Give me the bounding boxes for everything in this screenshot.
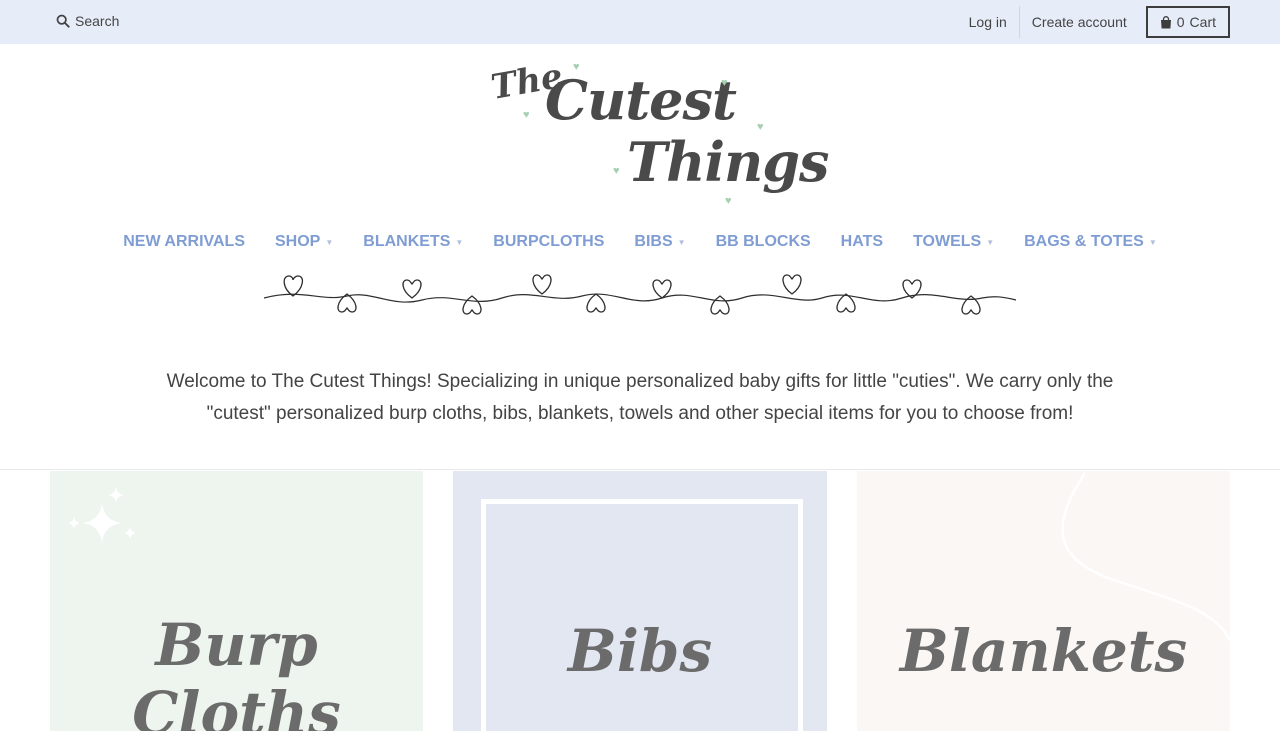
heart-icon: ♥ — [573, 61, 580, 73]
nav-item-bb-blocks[interactable]: BB BLOCKS — [716, 230, 811, 254]
nav-item-shop[interactable]: SHOP ▼ — [275, 230, 333, 254]
shopping-bag-icon — [1160, 15, 1171, 28]
collection-title: Burp Cloths — [132, 611, 341, 731]
section-divider — [0, 469, 1280, 470]
nav-item-blankets[interactable]: BLANKETS ▼ — [363, 230, 463, 254]
search-icon — [56, 14, 70, 28]
cart-label: Cart — [1189, 14, 1216, 30]
welcome-line: Welcome to The Cutest Things! Specializi… — [166, 371, 1114, 392]
welcome-message: Welcome to The Cutest Things! Specializi… — [150, 366, 1130, 430]
heart-icon: ♥ — [613, 165, 620, 177]
logo-text-cutest: Cutest — [545, 68, 737, 132]
sparkle-icon — [68, 487, 136, 543]
nav-item-hats[interactable]: HATS — [841, 230, 883, 254]
chevron-down-icon: ▼ — [325, 237, 334, 247]
account-links: Log in Create account 0 Cart — [957, 6, 1230, 38]
heart-icon: ♥ — [725, 195, 732, 207]
search-label: Search — [75, 13, 120, 29]
nav-item-towels[interactable]: TOWELS ▼ — [913, 230, 994, 254]
nav-item-bags-totes[interactable]: BAGS & TOTES ▼ — [1024, 230, 1157, 254]
main-navigation: NEW ARRIVALS SHOP ▼ BLANKETS ▼ BURPCLOTHS … — [0, 230, 1280, 254]
decorative-curve — [1061, 472, 1230, 642]
collection-card-bibs[interactable]: Bibs — [453, 471, 827, 731]
chevron-down-icon: ▼ — [1148, 237, 1157, 247]
top-bar: Search Log in Create account 0 Cart — [0, 0, 1280, 44]
heart-icon: ♥ — [757, 121, 764, 133]
nav-item-bibs[interactable]: BIBS ▼ — [634, 230, 685, 254]
heart-divider — [263, 274, 1017, 315]
collection-card-blankets[interactable]: Blankets — [857, 471, 1230, 731]
collection-title: Blankets — [899, 617, 1188, 685]
collection-card-burp-cloths[interactable]: Burp Cloths — [50, 471, 423, 731]
chevron-down-icon: ▼ — [455, 237, 464, 247]
create-account-link[interactable]: Create account — [1020, 6, 1139, 38]
login-link[interactable]: Log in — [957, 6, 1019, 38]
nav-item-new-arrivals[interactable]: NEW ARRIVALS — [123, 230, 245, 254]
heart-icon: ♥ — [523, 109, 530, 121]
search-link[interactable]: Search — [56, 13, 119, 29]
heart-icon: ♥ — [721, 77, 728, 89]
nav-item-burpcloths[interactable]: BURPCLOTHS — [493, 230, 604, 254]
collection-title: Bibs — [567, 617, 713, 685]
cart-button[interactable]: 0 Cart — [1145, 6, 1230, 38]
welcome-line: "cutest" personalized burp cloths, bibs,… — [206, 403, 1074, 424]
logo-text-things: Things — [627, 130, 829, 194]
site-logo[interactable]: The Cutest Things ♥ ♥ ♥ ♥ ♥ ♥ — [487, 56, 829, 210]
chevron-down-icon: ▼ — [677, 237, 686, 247]
chevron-down-icon: ▼ — [986, 237, 995, 247]
card-frame — [481, 499, 803, 731]
cart-count: 0 — [1176, 14, 1185, 30]
